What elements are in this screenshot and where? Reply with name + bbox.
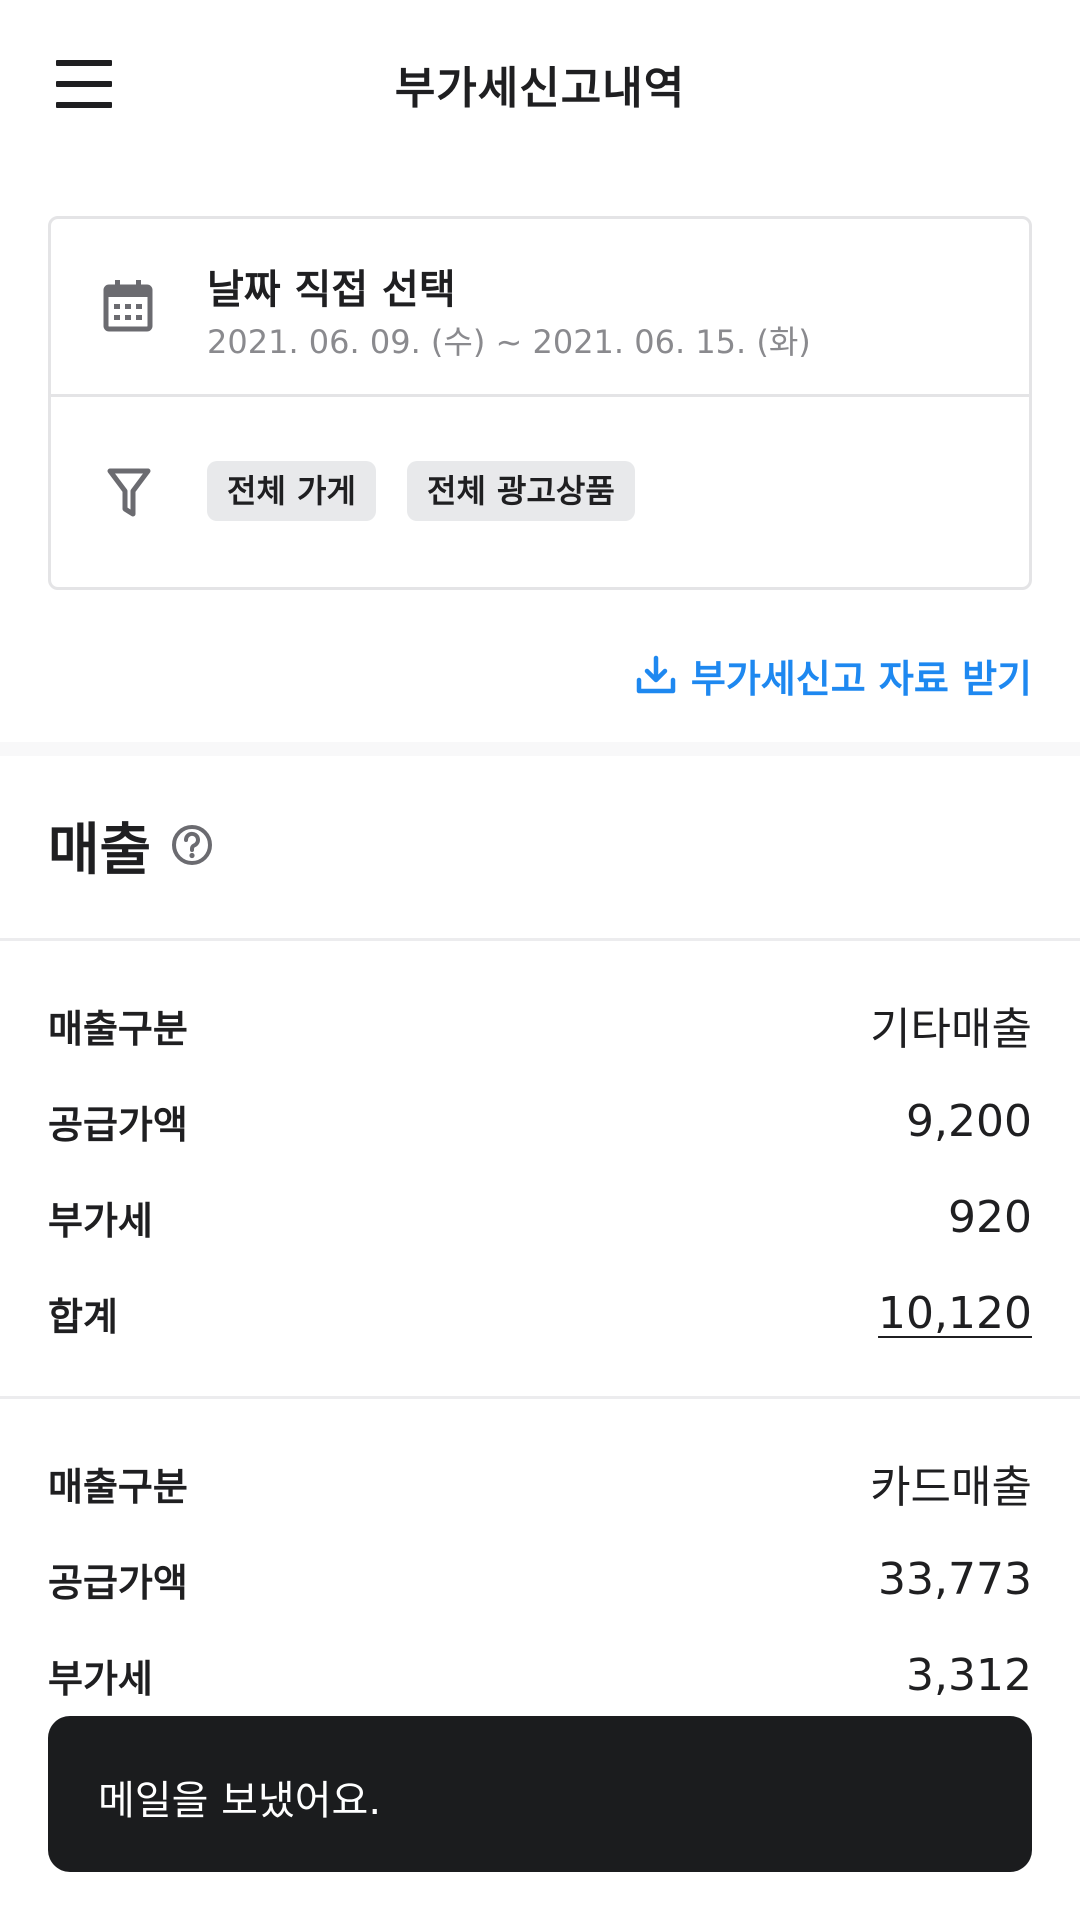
chip-all-stores[interactable]: 전체 가게 [207,461,376,521]
row-value: 기타매출 [870,1004,1032,1055]
toast-notification: 메일을 보냈어요. [48,1716,1032,1872]
sales-row-supply-amount: 공급가액 9,200 [48,1091,1032,1151]
help-circle-icon[interactable] [171,824,213,866]
download-vat-data-link[interactable]: 부가세신고 자료 받기 [635,650,1032,701]
filter-card: 날짜 직접 선택 2021. 06. 09. (수) ~ 2021. 06. 1… [48,216,1032,590]
row-value: 33,773 [878,1553,1032,1605]
page-title: 부가세신고내역 [394,63,686,114]
sales-row-supply-amount: 공급가액 33,773 [48,1549,1032,1609]
section-divider [0,742,1080,756]
row-value: 3,312 [906,1649,1032,1701]
divider-line [0,938,1080,941]
date-range-text: 2021. 06. 09. (수) ~ 2021. 06. 15. (화) [207,323,811,361]
row-label: 공급가액 [48,1102,188,1147]
toast-message: 메일을 보냈어요. [98,1778,382,1824]
date-select-label: 날짜 직접 선택 [207,267,456,313]
filter-tags-row: 전체 가게 전체 광고상품 [51,397,1029,587]
row-value: 카드매출 [870,1462,1032,1513]
sales-row-vat: 부가세 3,312 [48,1645,1032,1705]
sales-section-title: 매출 [48,817,152,883]
total-value-link[interactable]: 10,120 [878,1288,1032,1339]
calendar-icon [103,280,153,332]
row-value: 9,200 [906,1095,1032,1147]
row-label: 부가세 [48,1656,153,1701]
app-header: 부가세신고내역 [0,0,1080,170]
filter-icon [107,468,151,517]
row-label: 합계 [48,1294,118,1339]
row-label: 공급가액 [48,1560,188,1605]
sales-row-vat: 부가세 920 [48,1187,1032,1247]
date-select-row[interactable]: 날짜 직접 선택 2021. 06. 09. (수) ~ 2021. 06. 1… [51,219,1029,397]
divider-line [0,1396,1080,1399]
download-link-label: 부가세신고 자료 받기 [690,656,1032,701]
row-label: 부가세 [48,1198,153,1243]
row-label: 매출구분 [48,1006,188,1051]
sales-row-type: 매출구분 기타매출 [48,995,1032,1055]
row-value: 920 [948,1191,1032,1243]
vat-report-page: 부가세신고내역 날짜 직접 선택 2021. 06. 09. (수) ~ 202… [0,0,1080,1920]
sales-row-type: 매출구분 카드매출 [48,1453,1032,1513]
chip-all-ad-products[interactable]: 전체 광고상품 [407,461,635,521]
download-icon [636,655,676,694]
row-label: 매출구분 [48,1464,188,1509]
sales-header: 매출 [48,810,213,883]
sales-row-total: 합계 10,120 [48,1283,1032,1343]
